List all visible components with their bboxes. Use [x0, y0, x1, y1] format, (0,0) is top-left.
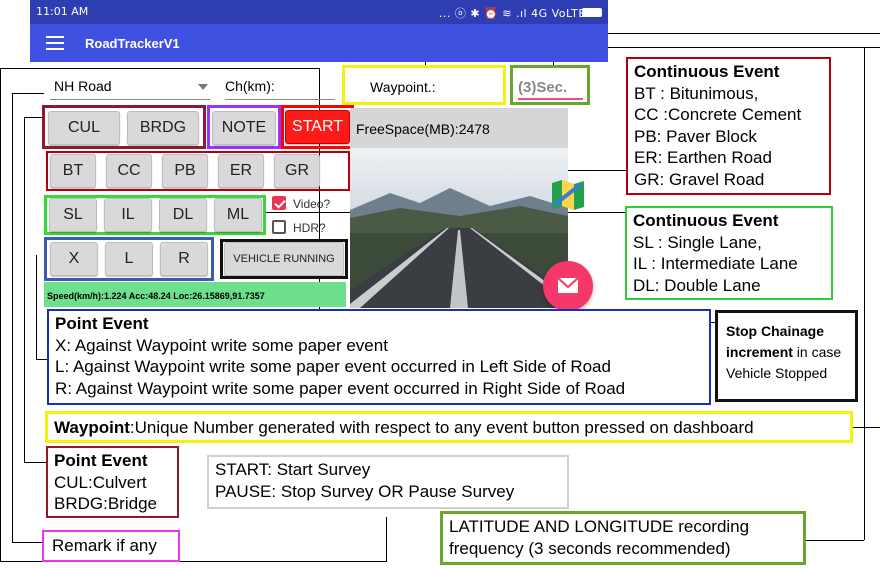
connector-line	[852, 427, 880, 428]
connector-line	[36, 255, 37, 360]
connector-line	[12, 542, 42, 543]
il-button[interactable]: IL	[104, 198, 152, 232]
annotation-line: PAUSE: Stop Survey OR Pause Survey	[215, 481, 515, 501]
annotation-line: GR: Gravel Road	[634, 169, 765, 189]
connector-line	[864, 47, 865, 540]
annotation-line: X: Against Waypoint write some paper eve…	[55, 335, 388, 355]
divider	[518, 98, 583, 100]
speed-readout: Speed(km/h):1.224 Acc:48.24 Loc:26.15869…	[47, 291, 265, 301]
annotation-line: SL : Single Lane,	[633, 232, 762, 252]
annotation-line: :Unique Number generated with respect to…	[129, 418, 754, 437]
annotation-title: Continuous Event	[634, 62, 780, 81]
connector-line	[24, 117, 44, 118]
chevron-down-icon	[198, 84, 208, 90]
annotation-title: Point Event	[55, 314, 149, 333]
cc-button[interactable]: CC	[106, 154, 152, 188]
interval-value: (3)Sec.	[518, 79, 568, 96]
stop-chainage-annotation: Stop Chainage increment in case Vehicle …	[715, 310, 858, 402]
road-type-value: NH Road	[54, 78, 112, 94]
chainage-label: Ch(km):	[225, 78, 275, 94]
divider	[225, 99, 335, 100]
interval-field[interactable]: (3)Sec.	[510, 65, 590, 105]
mail-icon[interactable]	[543, 261, 593, 311]
annotation-line: ER: Earthen Road	[634, 148, 772, 167]
annotation-line: START: Start Survey	[215, 460, 371, 479]
connector-line	[180, 561, 387, 562]
connector-line	[0, 561, 42, 562]
continuous-lane-annotation: Continuous Event SL : Single Lane, IL : …	[625, 206, 833, 300]
divider	[50, 99, 210, 100]
r-button[interactable]: R	[160, 242, 208, 276]
status-time: 11:01 AM	[36, 5, 89, 18]
point-structures-annotation: Point Event CUL:Culvert BRDG:Bridge	[46, 446, 179, 518]
annotation-line: R: Against Waypoint write some paper eve…	[55, 378, 626, 398]
annotation-line: Remark if any	[52, 536, 157, 555]
road-type-dropdown[interactable]: NH Road	[40, 76, 215, 100]
er-button[interactable]: ER	[218, 154, 264, 188]
annotation-line: L: Against Waypoint write some paper eve…	[55, 357, 611, 376]
vehicle-running-button[interactable]: VEHICLE RUNNING	[224, 242, 344, 276]
annotation-title: Point Event	[54, 451, 148, 470]
hdr-label: HDR?	[293, 221, 326, 235]
waypoint-annotation: Waypoint:Unique Number generated with re…	[45, 411, 853, 443]
point-side-annotation: Point Event X: Against Waypoint write so…	[47, 309, 711, 405]
sl-button[interactable]: SL	[49, 198, 97, 232]
annotation-title: Waypoint	[54, 418, 130, 437]
hdr-checkbox[interactable]	[272, 220, 286, 234]
waypoint-label: Waypoint.:	[370, 79, 436, 95]
video-label: Video?	[293, 197, 331, 211]
hamburger-icon[interactable]	[46, 36, 64, 50]
remark-annotation: Remark if any	[42, 530, 180, 562]
brdg-button[interactable]: BRDG	[127, 111, 199, 145]
map-icon[interactable]	[550, 179, 586, 211]
bt-button[interactable]: BT	[50, 154, 96, 188]
app-title: RoadTrackerV1	[85, 36, 180, 51]
annotation-line: CUL:Culvert	[54, 472, 147, 492]
camera-preview	[350, 148, 568, 308]
start-pause-annotation: START: Start Survey PAUSE: Stop Survey O…	[207, 455, 569, 509]
annotation-line: DL: Double Lane	[633, 275, 761, 295]
status-bar: 11:01 AM ... ⓞ ✱ ⏰ ≋ .ıl 4G VoLTE ⚡	[30, 0, 608, 24]
gr-button[interactable]: GR	[274, 154, 320, 188]
annotation-line: IL : Intermediate Lane	[633, 254, 798, 273]
note-button[interactable]: NOTE	[212, 111, 276, 145]
start-button[interactable]: START	[285, 110, 350, 144]
connector-line	[806, 540, 864, 541]
app-bar: RoadTrackerV1	[30, 24, 608, 62]
annotation-line: PB: Paver Block	[634, 126, 757, 146]
freespace-readout: FreeSpace(MB):2478	[356, 121, 490, 137]
status-icons: ... ⓞ ✱ ⏰ ≋ .ıl 4G VoLTE ⚡	[438, 7, 598, 20]
waypoint-field[interactable]: Waypoint.:	[342, 65, 506, 105]
l-button[interactable]: L	[105, 242, 153, 276]
latlong-annotation: LATITUDE AND LONGITUDE recording frequen…	[440, 511, 806, 565]
annotation-line: frequency (3 seconds recommended)	[449, 538, 731, 558]
video-checkbox[interactable]	[272, 196, 286, 210]
dl-button[interactable]: DL	[159, 198, 207, 232]
connector-line	[0, 68, 320, 69]
annotation-line: BT : Bitunimous,	[634, 83, 759, 103]
annotation-line: CC :Concrete Cement	[634, 105, 802, 124]
cul-button[interactable]: CUL	[48, 111, 120, 145]
annotation-line: LATITUDE AND LONGITUDE recording	[449, 517, 750, 536]
continuous-surface-annotation: Continuous Event BT : Bitunimous, CC :Co…	[626, 57, 831, 195]
connector-line	[24, 117, 25, 462]
annotation-title: Continuous Event	[633, 211, 779, 230]
connector-line	[386, 517, 387, 562]
connector-line	[24, 462, 46, 463]
battery-icon	[582, 8, 602, 17]
connector-line	[0, 68, 1, 562]
connector-line	[12, 93, 13, 543]
pb-button[interactable]: PB	[162, 154, 208, 188]
x-button[interactable]: X	[50, 242, 98, 276]
ml-button[interactable]: ML	[214, 198, 262, 232]
annotation-line: BRDG:Bridge	[54, 494, 157, 513]
